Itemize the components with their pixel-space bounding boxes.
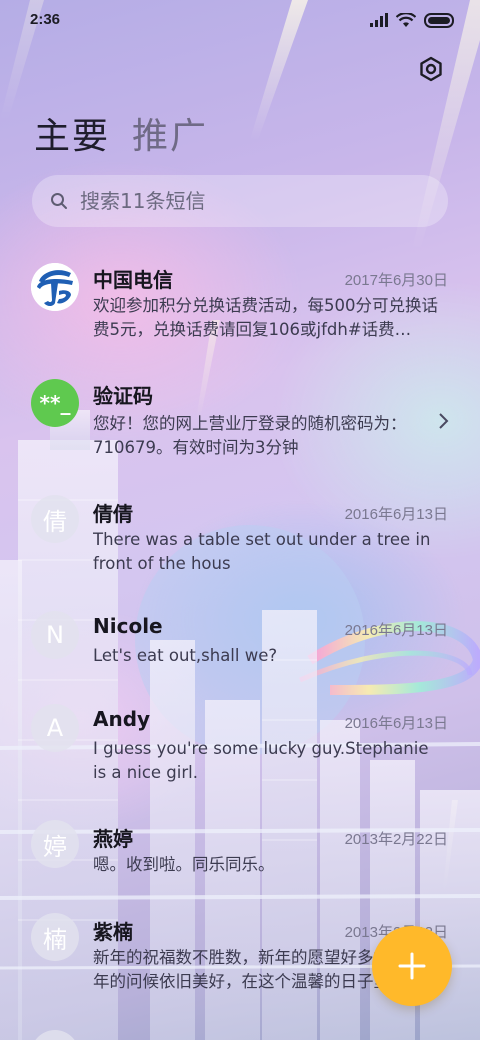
message-preview: 嗯。收到啦。同乐同乐。 xyxy=(93,855,275,874)
message-date: 2016年6月13日 xyxy=(344,506,448,523)
conversation-item[interactable]: 中国电信 2017年6月30日 欢迎参加积分兑换话费活动，每500分可兑换话费5… xyxy=(0,256,480,356)
status-icons xyxy=(370,12,456,28)
conversation-item[interactable]: 婷 燕婷 2013年2月22日 嗯。收到啦。同乐同乐。 xyxy=(0,815,480,895)
wifi-icon xyxy=(396,12,416,27)
message-preview: 欢迎参加积分兑换话费活动，每500分可兑换话费5元，兑换话费请回复106或jfd… xyxy=(93,296,438,339)
sender-name: Andy xyxy=(93,707,151,731)
tab-promotions[interactable]: 推广 xyxy=(132,107,208,159)
plus-icon xyxy=(398,952,426,980)
conversation-item[interactable]: A Andy 2016年6月13日 I guess you're some lu… xyxy=(0,699,480,799)
message-preview: I guess you're some lucky guy.Stephanie … xyxy=(93,739,429,782)
chevron-right-icon xyxy=(439,413,449,429)
message-date: 2017年6月30日 xyxy=(344,272,448,289)
settings-button[interactable] xyxy=(416,54,446,84)
avatar xyxy=(31,1030,79,1040)
sender-name: Nicole xyxy=(93,614,163,638)
message-date: 2013年2月22日 xyxy=(344,831,448,848)
sender-name: 倩倩 xyxy=(93,502,133,526)
settings-icon xyxy=(420,56,442,82)
message-preview: 您好！您的网上营业厅登录的随机密码为：710679。有效时间为3分钟 xyxy=(93,414,407,457)
search-input[interactable] xyxy=(80,189,410,213)
compose-button[interactable] xyxy=(372,926,452,1006)
battery-icon xyxy=(424,12,454,28)
avatar: 倩 xyxy=(31,495,79,543)
status-time: 2:36 xyxy=(30,11,61,28)
avatar: 楠 xyxy=(31,913,79,961)
avatar: 婷 xyxy=(31,820,79,868)
sender-name: 验证码 xyxy=(93,384,153,408)
message-preview: Let's eat out,shall we? xyxy=(93,646,278,665)
conversation-item[interactable]: N Nicole 2016年6月13日 Let's eat out,shall … xyxy=(0,606,480,686)
sender-name: 紫楠 xyxy=(93,920,133,944)
tab-bar: 主要 推广 xyxy=(34,108,208,158)
china-telecom-logo-icon xyxy=(31,263,79,311)
conversation-item[interactable]: 倩 倩倩 2016年6月13日 There was a table set ou… xyxy=(0,490,480,590)
avatar: A xyxy=(31,704,79,752)
search-icon xyxy=(51,193,67,209)
avatar: N xyxy=(31,611,79,659)
avatar xyxy=(31,263,79,311)
conversation-item[interactable]: **_ 验证码 您好！您的网上营业厅登录的随机密码为：710679。有效时间为3… xyxy=(0,372,480,472)
status-bar: 2:36 xyxy=(0,0,480,40)
message-date: 2016年6月13日 xyxy=(344,715,448,732)
signal-icon xyxy=(370,13,388,27)
message-date: 2016年6月13日 xyxy=(344,622,448,639)
avatar: **_ xyxy=(31,379,79,427)
tab-primary[interactable]: 主要 xyxy=(34,107,110,159)
message-preview: There was a table set out under a tree i… xyxy=(93,530,431,573)
sender-name: 中国电信 xyxy=(93,268,173,292)
search-bar[interactable] xyxy=(32,175,448,227)
sender-name: 燕婷 xyxy=(93,827,133,851)
